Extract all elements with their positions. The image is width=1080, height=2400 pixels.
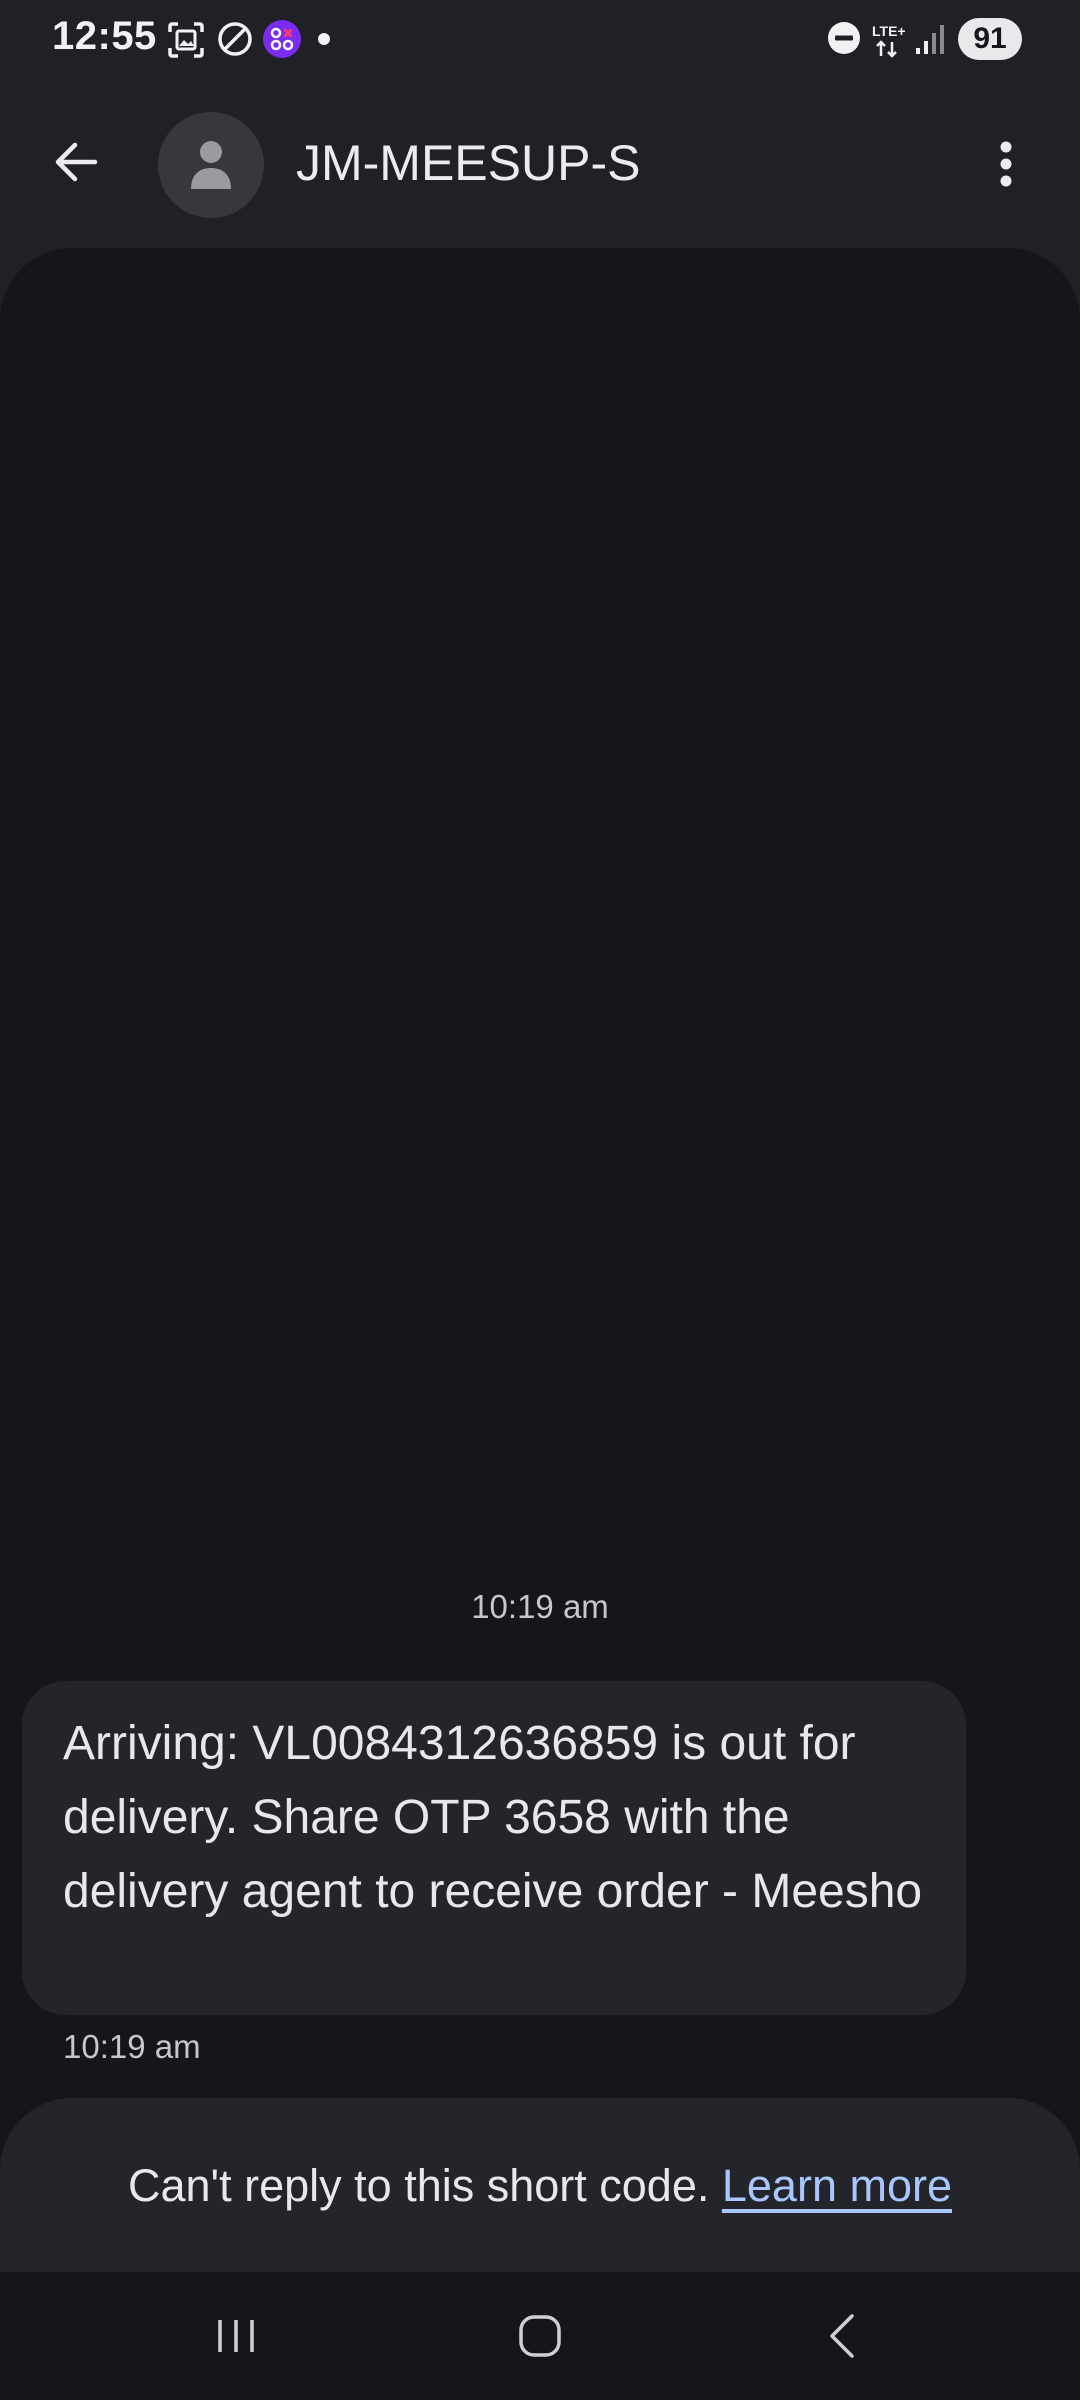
svg-text:LTE+: LTE+ <box>872 23 906 39</box>
notice-text-row: Can't reply to this short code. Learn mo… <box>0 2160 1080 2212</box>
back-icon <box>830 2314 854 2358</box>
conversation-area[interactable]: 10:19 am Arriving: VL0084312636859 is ou… <box>0 248 1080 2288</box>
dnd-off-icon <box>218 22 252 56</box>
message-bubble[interactable]: Arriving: VL0084312636859 is out for del… <box>22 1681 966 2015</box>
dot-icon <box>318 33 330 45</box>
more-vert-icon <box>1000 141 1012 187</box>
date-timestamp: 10:19 am <box>471 1588 609 1625</box>
home-icon <box>519 2315 561 2357</box>
person-icon <box>191 141 231 189</box>
recents-icon <box>218 2320 254 2352</box>
signal-icon <box>916 25 944 54</box>
recents-button[interactable] <box>186 2292 286 2380</box>
status-time: 12:55 <box>52 14 157 58</box>
lte-icon: LTE+ <box>872 23 906 58</box>
screenshot-icon <box>168 22 204 58</box>
do-not-disturb-icon <box>828 22 860 54</box>
contact-name[interactable]: JM-MEESUP-S <box>296 134 640 192</box>
home-button[interactable] <box>490 2292 590 2380</box>
app-bar: JM-MEESUP-S <box>0 96 1080 236</box>
navigation-bar <box>0 2272 1080 2400</box>
message-time: 10:19 am <box>63 2028 201 2065</box>
app-notification-icon <box>263 20 301 58</box>
notice-text: Can't reply to this short code. <box>127 2160 710 2211</box>
battery-icon: 91 <box>958 18 1022 60</box>
arrow-back-icon <box>55 142 98 182</box>
learn-more-link[interactable]: Learn more <box>722 2160 952 2211</box>
back-button[interactable] <box>44 130 108 194</box>
screen: 12:55 LTE+ 91 JM-MEESUP-S 10:19 am Arriv… <box>0 0 1080 2400</box>
avatar[interactable] <box>158 112 264 218</box>
status-bar: 12:55 LTE+ 91 <box>0 0 1080 80</box>
more-options-button[interactable] <box>986 132 1026 196</box>
nav-back-button[interactable] <box>792 2292 892 2380</box>
